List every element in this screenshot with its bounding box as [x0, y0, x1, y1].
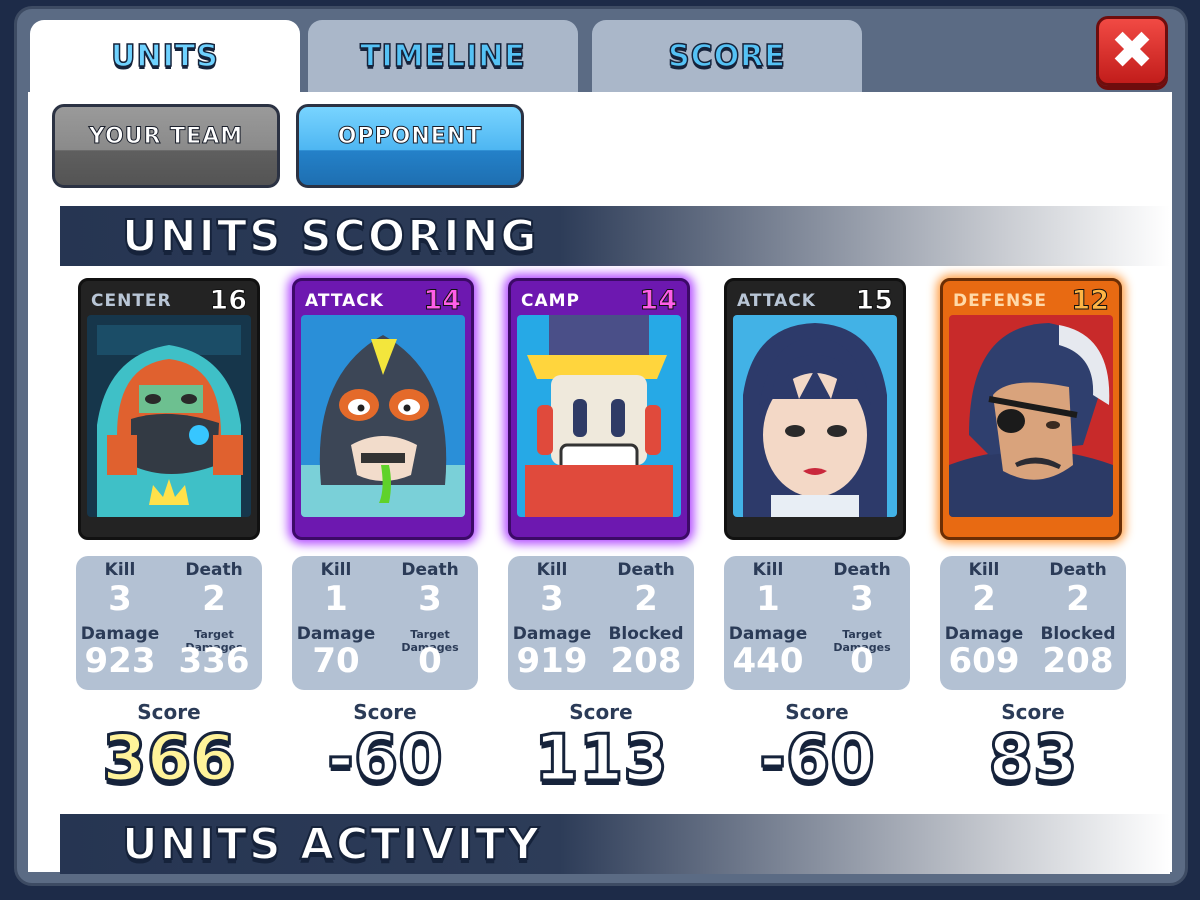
death-value: 2: [202, 579, 226, 619]
kill-label: Kill: [968, 560, 1000, 580]
death-value: 3: [418, 579, 442, 619]
unit-stats-1: Kill Death 3 2 Damage Target Damages 923…: [76, 556, 262, 690]
kill-label: Kill: [536, 560, 568, 580]
damage-value: 440: [732, 641, 804, 681]
unit-level: 16: [209, 285, 248, 317]
unit-role: CAMP: [521, 291, 581, 311]
kill-label: Kill: [104, 560, 136, 580]
unit-level: 15: [855, 285, 894, 317]
kill-value: 3: [540, 579, 564, 619]
unit-portrait-eyepatch-man: [949, 315, 1113, 517]
target-damages-value: 336: [178, 641, 250, 681]
unit-card-3[interactable]: CAMP 14: [508, 278, 690, 540]
tab-timeline[interactable]: Timeline: [308, 20, 578, 92]
your-team-button[interactable]: Your Team: [52, 104, 280, 188]
score-value: 83: [987, 721, 1079, 798]
unit-level: 14: [639, 285, 678, 317]
unit-level: 12: [1071, 285, 1110, 317]
damage-value: 70: [312, 641, 360, 681]
unit-portrait-cyber-girl: [733, 315, 897, 517]
close-button[interactable]: ✖: [1096, 16, 1168, 86]
units-scoring-header: Units Scoring: [60, 206, 1170, 266]
damage-value: 919: [516, 641, 588, 681]
death-label: Death: [185, 560, 243, 580]
score-label: Score: [353, 700, 417, 724]
tab-units[interactable]: Units: [30, 20, 300, 92]
score-value: 366: [101, 721, 238, 798]
score-value: -60: [758, 721, 877, 798]
unit-role: ATTACK: [305, 291, 384, 311]
close-x-icon: ✖: [1110, 21, 1154, 81]
death-value: 2: [1066, 579, 1090, 619]
unit-card-5[interactable]: DEFENSE 12: [940, 278, 1122, 540]
unit-card-1[interactable]: CENTER 16: [78, 278, 260, 540]
death-label: Death: [1049, 560, 1107, 580]
kill-value: 3: [108, 579, 132, 619]
section-title: Units Activity: [121, 818, 541, 871]
opponent-button[interactable]: Opponent: [296, 104, 524, 188]
score-label: Score: [1001, 700, 1065, 724]
unit-level: 14: [423, 285, 462, 317]
damage-value: 609: [948, 641, 1020, 681]
damage-value: 923: [84, 641, 156, 681]
tab-score[interactable]: Score: [592, 20, 862, 92]
death-label: Death: [617, 560, 675, 580]
kill-label: Kill: [752, 560, 784, 580]
score-value: -60: [326, 721, 445, 798]
unit-role: CENTER: [91, 291, 172, 311]
unit-stats-3: Kill Death 3 2 Damage Blocked 919 208: [508, 556, 694, 690]
unit-role: DEFENSE: [953, 291, 1048, 311]
unit-portrait-masked-hood: [87, 315, 251, 517]
death-label: Death: [833, 560, 891, 580]
score-label: Score: [785, 700, 849, 724]
kill-value: 1: [324, 579, 348, 619]
unit-stats-5: Kill Death 2 2 Damage Blocked 609 208: [940, 556, 1126, 690]
unit-role: ATTACK: [737, 291, 816, 311]
score-label: Score: [569, 700, 633, 724]
kill-label: Kill: [320, 560, 352, 580]
kill-value: 2: [972, 579, 996, 619]
death-value: 3: [850, 579, 874, 619]
death-value: 2: [634, 579, 658, 619]
blocked-value: 208: [610, 641, 682, 681]
death-label: Death: [401, 560, 459, 580]
unit-card-4[interactable]: ATTACK 15: [724, 278, 906, 540]
target-damages-value: 0: [850, 641, 874, 681]
score-label: Score: [137, 700, 201, 724]
blocked-value: 208: [1042, 641, 1114, 681]
unit-card-2[interactable]: ATTACK 14: [292, 278, 474, 540]
unit-portrait-luchador: [301, 315, 465, 517]
kill-value: 1: [756, 579, 780, 619]
section-title: Units Scoring: [121, 210, 539, 263]
unit-stats-2: Kill Death 1 3 Damage Target Damages 70 …: [292, 556, 478, 690]
target-damages-value: 0: [418, 641, 442, 681]
score-value: 113: [533, 721, 670, 798]
units-activity-header: Units Activity: [60, 814, 1170, 874]
unit-portrait-robot: [517, 315, 681, 517]
unit-stats-4: Kill Death 1 3 Damage Target Damages 440…: [724, 556, 910, 690]
